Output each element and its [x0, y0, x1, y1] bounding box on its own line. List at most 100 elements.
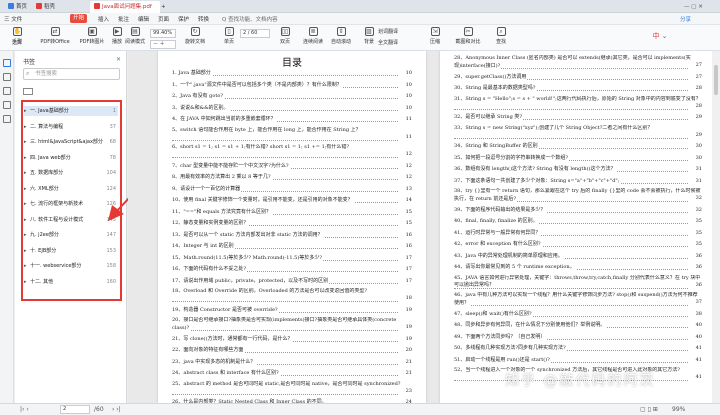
- toc-entry[interactable]: 1. Java 基础部分 10: [172, 69, 412, 77]
- toc-entry[interactable]: 9、请设计一个一百亿的计算器 13: [172, 184, 412, 193]
- toc-entry[interactable]: 29、super.getClass()方法调用 27: [454, 72, 702, 81]
- toc-entry[interactable]: 37、下面这条语句一共创建了多少个对象：String s="a"+"b"+"c"…: [454, 176, 702, 185]
- menu-start[interactable]: 开始: [70, 14, 88, 23]
- toc-entry[interactable]: 33、String s = new String("xyz");创建了几个 St…: [454, 124, 702, 140]
- thumbnail-panel-icon[interactable]: [3, 73, 11, 81]
- toc-entry[interactable]: 24、abstract class 和 interface 有什么区别? 21: [172, 369, 412, 377]
- bookmark-item[interactable]: ▸ 十一. webservice部分 158: [24, 261, 118, 271]
- toc-entry[interactable]: 45、JAVA 语言如何进行异常处理，关键字：throws,throw,try,…: [454, 274, 702, 290]
- menu-convert[interactable]: 转换: [198, 15, 209, 23]
- rotate-button[interactable]: ↻ 旋转文档: [180, 27, 210, 45]
- tab-docer[interactable]: 稻壳: [32, 1, 58, 13]
- toc-entry[interactable]: 6、short s1 = 1; s1 = s1 + 1;有什么错? short …: [172, 144, 412, 159]
- toc-entry[interactable]: 41、运行时异常与一般异常有何异同？ 35: [454, 228, 702, 237]
- auto-scroll-button[interactable]: ⇕ 自动滚动: [326, 27, 356, 45]
- toc-entry[interactable]: 28、Anonymous Inner Class (匿名内部类) 是否可以 ex…: [454, 55, 702, 70]
- bookmark-options-icon[interactable]: [23, 88, 33, 95]
- toc-entry[interactable]: 13、是否可以从一个 static 方法内部发出对非 static 方法的调用？…: [172, 230, 412, 239]
- toc-entry[interactable]: 43、Java 中的异常处理机制的简单原理和应用。 36: [454, 251, 702, 260]
- toc-entry[interactable]: 10、使用 final 关键字修饰一个变量时，是引用不能变，还是引用的对象不能变…: [172, 196, 412, 204]
- toc-entry[interactable]: 47、sleep()和 wait()有什么区别? 38: [454, 309, 702, 318]
- close-icon[interactable]: ✕: [116, 56, 121, 63]
- tab-home[interactable]: 首页: [4, 1, 30, 13]
- toc-entry[interactable]: 1、一个".java"源文件中是否可以包括多个类（不是内部类）？有什么限制？ 10: [172, 80, 412, 89]
- vertical-scrollbar[interactable]: [712, 51, 720, 403]
- document-view[interactable]: 目录 1. Java 基础部分 10 1、一个".java"源文件中是否可以包括多个…: [128, 51, 720, 403]
- reading-mode-button[interactable]: ▤ 阅读模式: [120, 27, 150, 45]
- language-selector[interactable]: 中 ⌄: [640, 31, 680, 41]
- menu-insert[interactable]: 插入: [98, 15, 109, 23]
- next-page-button[interactable]: › ›|: [112, 406, 121, 413]
- pdf-to-image-button[interactable]: ▣ PDF转图片: [74, 27, 110, 45]
- toc-entry[interactable]: 4、在 JAVA 中如何跳出当前的多重嵌套循环？ 11: [172, 115, 412, 123]
- window-controls[interactable]: — ▢ ✕: [680, 1, 716, 13]
- toc-entry[interactable]: 34、String 和 StringBuffer 的区别 30: [454, 142, 702, 150]
- toc-entry[interactable]: 20、接口是否可继承接口?抽象类是否可实现(implements)接口?抽象类是…: [172, 317, 412, 332]
- zoom-field[interactable]: 99.40%: [150, 29, 176, 38]
- toc-entry[interactable]: 2、Java 有没有 goto? 10: [172, 92, 412, 100]
- status-page-field[interactable]: 2: [60, 405, 90, 414]
- continuous-read-button[interactable]: ≣ 连续阅读: [298, 27, 328, 45]
- status-zoom[interactable]: 99%: [672, 406, 685, 413]
- view-mode-icons[interactable]: ▢ ▯ ⊞: [640, 406, 658, 413]
- menu-protect[interactable]: 保护: [178, 15, 189, 23]
- toc-entry[interactable]: 49、下面两个方法同步吗？（自己发明） 40: [454, 332, 702, 341]
- toc-entry[interactable]: 25、abstract 的 method 是否可同时是 static,是否可同时…: [172, 380, 412, 396]
- toc-entry[interactable]: 35、如何把一段逗号分割的字符串转换成一个数组? 30: [454, 153, 702, 162]
- menu-page[interactable]: 页面: [158, 15, 169, 23]
- toc-entry[interactable]: 48、同步和异步有何异同，在什么情况下分别使用他们？举例说明。 40: [454, 321, 702, 329]
- toc-entry[interactable]: 7、char 型变量中能不能存贮一个中文汉字?为什么? 12: [172, 161, 412, 170]
- single-page-button[interactable]: ▯ 单页: [214, 27, 244, 45]
- toc-entry[interactable]: 8、用最有效率的方法算出 2 乘以 8 等于几? 12: [172, 173, 412, 181]
- bookmark-item[interactable]: ▸ 九. j2ee部分 147: [24, 230, 118, 240]
- menu-search[interactable]: Q 查找功能、文档内容: [222, 15, 278, 23]
- zoom-slider[interactable]: － ＋: [150, 40, 176, 49]
- toc-entry[interactable]: 3、说说&和&&的区别。 10: [172, 103, 412, 112]
- toc-entry[interactable]: 36、数组有没有 length()这个方法? String 有没有 length…: [454, 165, 702, 173]
- toc-entry[interactable]: 14、Integer 与 int 的区别 16: [172, 242, 412, 250]
- scroll-thumb[interactable]: [714, 65, 718, 95]
- full-translate-button[interactable]: 全文翻译: [378, 39, 418, 46]
- double-page-button[interactable]: ▯▯ 双页: [270, 27, 300, 45]
- toc-entry[interactable]: 17、请说出作用域 public，private，protected，以及不写时…: [172, 276, 412, 285]
- pdf-to-office-button[interactable]: ⇄ PDF转Office: [36, 27, 74, 45]
- bookmark-item[interactable]: ▸ 十二. 其他 160: [24, 277, 118, 287]
- select-tool-button[interactable]: 选择: [2, 39, 32, 46]
- toc-entry[interactable]: 32、是否可以继承 String 类? 29: [454, 113, 702, 121]
- toc-entry[interactable]: 22、面向对象的特征有哪些方面 20: [172, 346, 412, 354]
- page-number-field[interactable]: 2 / 60: [240, 29, 270, 38]
- toc-entry[interactable]: 39、下面的程序代码输出的结果是多少？ 32: [454, 205, 702, 214]
- bookmark-item[interactable]: ▸ 二. 算法与编程 37: [24, 122, 118, 132]
- toc-entry[interactable]: 51、启动一个线程是用 run()还是 start()? 41: [454, 355, 702, 364]
- toc-entry[interactable]: 21、写 clone()方法时，通常都有一行代码，是什么？ 19: [172, 334, 412, 343]
- menu-edit[interactable]: 编辑: [138, 15, 149, 23]
- toc-entry[interactable]: 42、error 和 exception 有什么区别? 35: [454, 240, 702, 248]
- toc-entry[interactable]: 18、Overload 和 Override 的区别。Overloaded 的方…: [172, 288, 412, 303]
- toc-entry[interactable]: 50、多线程有几种实现方法?同步有几种实现方法? 41: [454, 344, 702, 352]
- bookmark-item[interactable]: ▸ 一. Java基础部分 1: [24, 106, 118, 116]
- toc-entry[interactable]: 46、java 中有几种方法可以实现一个线程？用什么关键字修饰同步方法? sto…: [454, 292, 702, 307]
- new-tab-button[interactable]: +: [161, 1, 169, 13]
- toc-entry[interactable]: 30、String 是最基本的数据类型吗? 28: [454, 84, 702, 92]
- bookmark-item[interactable]: ▸ 三. html&JavaScript&ajax部分 68: [24, 137, 118, 147]
- translate-button[interactable]: 划词翻译: [378, 28, 418, 35]
- toc-entry[interactable]: 16、下面的代码有什么不妥之处? 17: [172, 265, 412, 273]
- toc-entry[interactable]: 12、静态变量和实例变量的区别？ 15: [172, 219, 412, 227]
- toc-entry[interactable]: 23、java 中实现多态的机制是什么？ 21: [172, 357, 412, 366]
- attachment-panel-icon[interactable]: [3, 101, 11, 109]
- toc-entry[interactable]: 31、String s = "Hello";s = s + " world!";…: [454, 95, 702, 111]
- search-panel-icon[interactable]: [3, 115, 11, 123]
- toc-entry[interactable]: 38、try {}里有一个 return 语句，那么紧跟在这个 try 后的 f…: [454, 188, 702, 203]
- share-button[interactable]: 分享: [680, 15, 691, 23]
- find-button[interactable]: ⌕ 查找: [486, 27, 516, 45]
- first-page-button[interactable]: |‹ ‹: [20, 406, 29, 413]
- compress-button[interactable]: ⇲ 压缩: [420, 27, 450, 45]
- tab-pdf-document[interactable]: Java面试问题集.pdf: [90, 1, 160, 13]
- bookmark-panel-icon[interactable]: [3, 59, 11, 67]
- screenshot-compare-button[interactable]: ✂ 截图和对比: [450, 27, 486, 45]
- bookmark-search-input[interactable]: 书签搜索: [23, 68, 120, 80]
- toc-entry[interactable]: 5、switch 语句能否作用在 byte 上，能否作用在 long 上，能否作…: [172, 126, 412, 142]
- annotation-panel-icon[interactable]: [3, 87, 11, 95]
- toc-entry[interactable]: 40、final, finally, finalize 的区别。 35: [454, 217, 702, 225]
- menu-file[interactable]: 三 文件: [4, 15, 22, 23]
